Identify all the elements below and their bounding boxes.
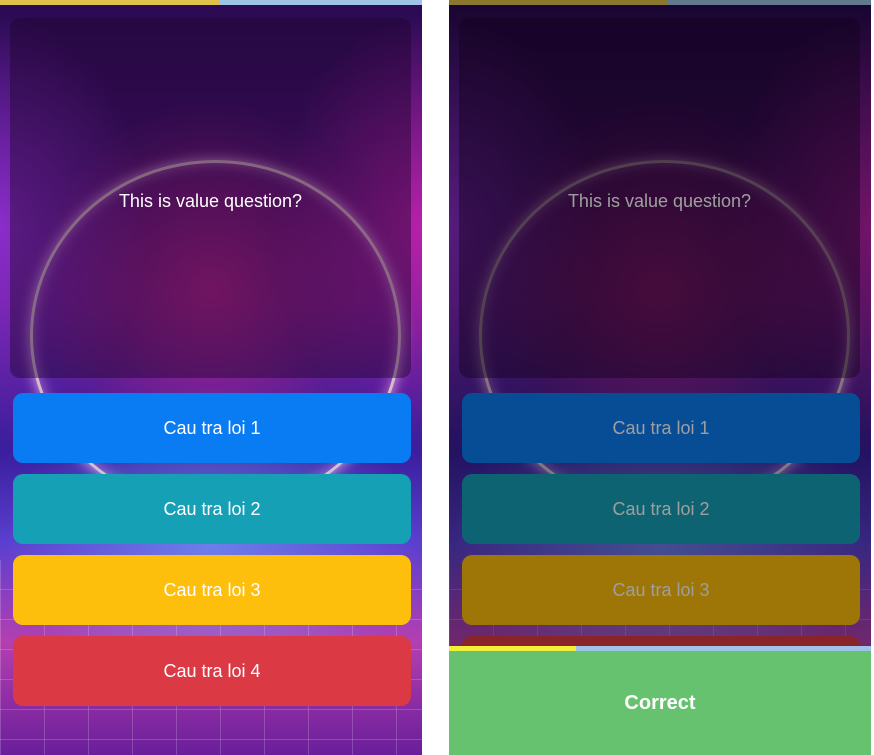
answer-label: Cau tra loi 4 bbox=[163, 660, 261, 681]
question-card: This is value question? bbox=[10, 18, 411, 378]
answer-button-2[interactable]: Cau tra loi 2 bbox=[462, 474, 860, 544]
answer-label: Cau tra loi 1 bbox=[612, 417, 710, 438]
answer-label: Cau tra loi 1 bbox=[163, 417, 261, 438]
result-label: Correct bbox=[624, 691, 696, 714]
answer-button-3[interactable]: Cau tra loi 3 bbox=[462, 555, 860, 625]
question-card: This is value question? bbox=[459, 18, 860, 378]
timer-progress-bar bbox=[449, 0, 871, 5]
answer-button-4[interactable]: Cau tra loi 4 bbox=[13, 636, 411, 706]
quiz-screen-active: This is value question? Cau tra loi 1 Ca… bbox=[0, 0, 422, 755]
answer-button-2[interactable]: Cau tra loi 2 bbox=[13, 474, 411, 544]
answer-label: Cau tra loi 2 bbox=[163, 498, 261, 519]
quiz-screen-result: This is value question? Cau tra loi 1 Ca… bbox=[449, 0, 871, 755]
answer-button-1[interactable]: Cau tra loi 1 bbox=[13, 393, 411, 463]
timer-progress-bar bbox=[0, 0, 422, 5]
timer-progress-fill bbox=[449, 0, 669, 5]
answer-label: Cau tra loi 3 bbox=[612, 579, 710, 600]
answer-button-1[interactable]: Cau tra loi 1 bbox=[462, 393, 860, 463]
timer-progress-fill bbox=[0, 0, 220, 5]
result-panel: Correct bbox=[449, 651, 871, 755]
question-text: This is value question? bbox=[118, 191, 303, 211]
answer-label: Cau tra loi 2 bbox=[612, 498, 710, 519]
question-text: This is value question? bbox=[567, 191, 752, 211]
answer-button-3[interactable]: Cau tra loi 3 bbox=[13, 555, 411, 625]
answer-label: Cau tra loi 3 bbox=[163, 579, 261, 600]
